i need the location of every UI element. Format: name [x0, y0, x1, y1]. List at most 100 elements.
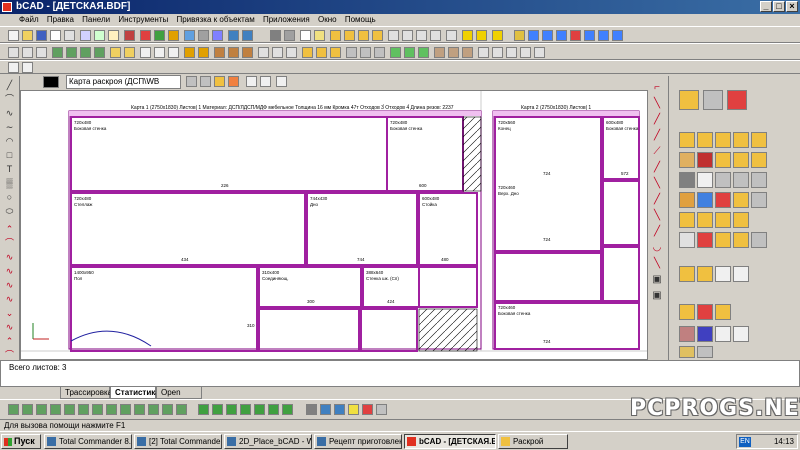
- trim-tool-icon[interactable]: ⌃: [4, 224, 15, 235]
- zoom-in-icon[interactable]: [542, 30, 553, 41]
- maximize-button[interactable]: □: [773, 1, 785, 12]
- arc-tool-icon[interactable]: ◠: [4, 136, 15, 147]
- render-shadow-icon[interactable]: [120, 404, 131, 415]
- drawer-part-icon[interactable]: [751, 132, 767, 148]
- linetype-icon[interactable]: [246, 76, 257, 87]
- view-iso2-icon[interactable]: [212, 404, 223, 415]
- snap-ortho-icon[interactable]: [476, 30, 487, 41]
- spline-tool-icon[interactable]: ∿: [4, 108, 15, 119]
- dim-edit-icon[interactable]: ╲: [651, 258, 663, 270]
- move-part-icon[interactable]: [679, 304, 695, 320]
- texture-icon[interactable]: [715, 232, 731, 248]
- dim-radius-icon[interactable]: ╱: [651, 130, 663, 142]
- join-tool-icon[interactable]: ⌄: [4, 308, 15, 319]
- tool12-icon[interactable]: [418, 47, 429, 58]
- render-flat-icon[interactable]: [64, 404, 75, 415]
- dim-tol-icon[interactable]: ╱: [651, 226, 663, 238]
- select-icon[interactable]: [8, 62, 19, 73]
- export-icon[interactable]: [679, 192, 695, 208]
- zoom-prev-icon[interactable]: [598, 30, 609, 41]
- properties-icon[interactable]: [184, 30, 195, 41]
- menu-snap[interactable]: Привязка к объектам: [173, 14, 257, 26]
- render-camera-icon[interactable]: [162, 404, 173, 415]
- window-select-icon[interactable]: [22, 62, 33, 73]
- edit-icon[interactable]: [168, 30, 179, 41]
- mirror-icon[interactable]: [679, 212, 695, 228]
- stretch-tool-icon[interactable]: ⌃: [4, 336, 15, 347]
- cut-part-icon[interactable]: [697, 304, 713, 320]
- dim-ord-icon[interactable]: ╲: [651, 210, 663, 222]
- text-tool-icon[interactable]: T: [4, 164, 15, 175]
- dim-update-icon[interactable]: ▣: [651, 290, 663, 302]
- drawing-canvas[interactable]: Карта 1 (2750x1830) Листов| 1 Материал: …: [20, 90, 648, 360]
- scene-icon[interactable]: [320, 404, 331, 415]
- handle-icon[interactable]: [715, 152, 731, 168]
- task-raskroy[interactable]: Раскрой: [498, 434, 568, 449]
- view-iso3-icon[interactable]: [226, 404, 237, 415]
- tool14-icon[interactable]: [448, 47, 459, 58]
- task-total-commander-2[interactable]: [2] Total Commander 8.5...: [134, 434, 222, 449]
- minimize-button[interactable]: _: [760, 1, 772, 12]
- fillet-tool-icon[interactable]: ∿: [4, 266, 15, 277]
- tool3-icon[interactable]: [286, 47, 297, 58]
- snap-near-icon[interactable]: [416, 30, 427, 41]
- explode-tool-icon[interactable]: ∿: [4, 322, 15, 333]
- tool17-icon[interactable]: [492, 47, 503, 58]
- dim-diam-icon[interactable]: ⟋: [651, 146, 663, 158]
- r-icon[interactable]: [697, 346, 713, 358]
- zoom-out-icon[interactable]: [556, 30, 567, 41]
- copy-icon[interactable]: [94, 30, 105, 41]
- tool18-icon[interactable]: [506, 47, 517, 58]
- view-persp-icon[interactable]: [254, 404, 265, 415]
- pencil-icon[interactable]: [184, 47, 195, 58]
- line-icon[interactable]: [284, 30, 295, 41]
- ellipse-tool-icon[interactable]: ⬭: [4, 206, 15, 217]
- dim-style-icon[interactable]: ▣: [651, 274, 663, 286]
- material-icon[interactable]: [733, 232, 749, 248]
- tool16-icon[interactable]: [478, 47, 489, 58]
- align-icon[interactable]: [751, 192, 767, 208]
- view-side-icon[interactable]: [36, 47, 47, 58]
- grid-icon[interactable]: [52, 47, 63, 58]
- snap-mid-icon[interactable]: [344, 30, 355, 41]
- view-walk-icon[interactable]: [282, 404, 293, 415]
- undo-icon[interactable]: [228, 30, 239, 41]
- menu-file[interactable]: Файл: [16, 14, 42, 26]
- color-swatch[interactable]: [43, 76, 59, 88]
- snap-polar-icon[interactable]: [492, 30, 503, 41]
- chamfer-tool-icon[interactable]: ∿: [4, 280, 15, 291]
- offset-tool-icon[interactable]: ∿: [4, 252, 15, 263]
- image-icon[interactable]: [376, 404, 387, 415]
- import-icon[interactable]: [715, 192, 731, 208]
- style-icon[interactable]: [276, 76, 287, 87]
- view-front-icon[interactable]: [8, 47, 19, 58]
- paste-icon[interactable]: [108, 30, 119, 41]
- tool8-icon[interactable]: [360, 47, 371, 58]
- dim-center-icon[interactable]: ◡: [651, 242, 663, 254]
- tool6-icon[interactable]: [330, 47, 341, 58]
- task-total-commander-1[interactable]: Total Commander 8.51a ...: [44, 434, 132, 449]
- zoom-window-icon[interactable]: [570, 30, 581, 41]
- break-tool-icon[interactable]: ∿: [4, 294, 15, 305]
- view-iso1-icon[interactable]: [198, 404, 209, 415]
- new-icon[interactable]: [8, 30, 19, 41]
- material-lib-icon[interactable]: [362, 404, 373, 415]
- tool19-icon[interactable]: [520, 47, 531, 58]
- scroll-part-icon[interactable]: [679, 346, 695, 358]
- dim-base-icon[interactable]: ╲: [651, 178, 663, 190]
- close-button[interactable]: ×: [786, 1, 798, 12]
- ungroup-icon[interactable]: [733, 212, 749, 228]
- circle-tool-icon[interactable]: ○: [4, 192, 15, 203]
- language-indicator[interactable]: EN: [739, 437, 751, 447]
- view-orbit-icon[interactable]: [268, 404, 279, 415]
- render-tex-icon[interactable]: [106, 404, 117, 415]
- back-panel-icon[interactable]: [751, 152, 767, 168]
- snap-center-icon[interactable]: [358, 30, 369, 41]
- hatch-tool-icon[interactable]: ▒: [4, 178, 15, 189]
- dim-align-icon[interactable]: ╲: [651, 98, 663, 110]
- task-bcad[interactable]: bCAD - [ДЕТСКАЯ.BDF]: [404, 434, 496, 449]
- menu-window[interactable]: Окно: [315, 14, 340, 26]
- camera-icon[interactable]: [306, 404, 317, 415]
- tool9-icon[interactable]: [374, 47, 385, 58]
- render-gouraud-icon[interactable]: [78, 404, 89, 415]
